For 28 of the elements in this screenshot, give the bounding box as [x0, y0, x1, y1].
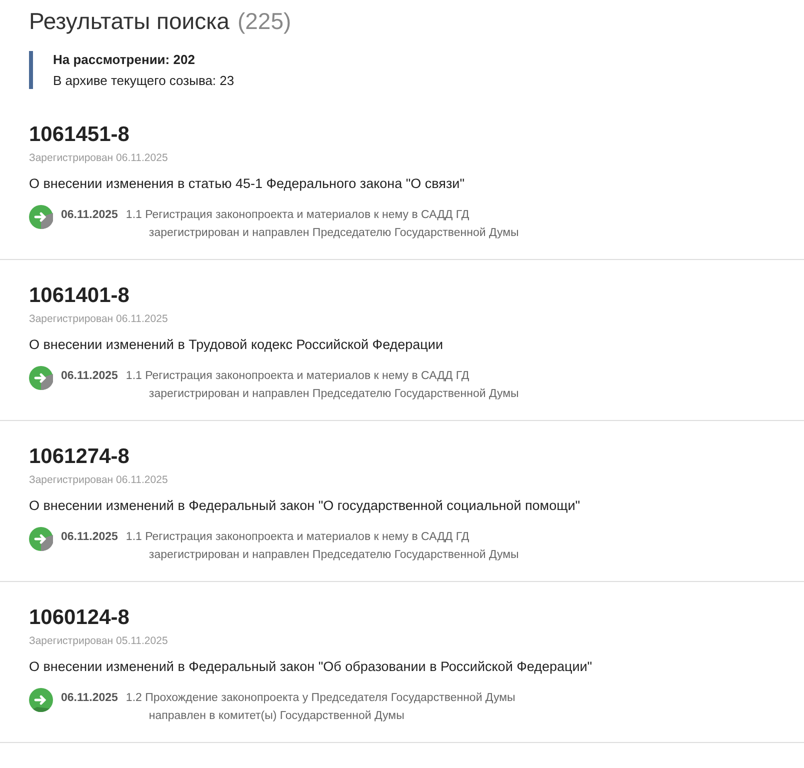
bill-number[interactable]: 1061451-8 — [29, 123, 130, 147]
stage-date: 06.11.2025 — [61, 531, 118, 543]
stage-decision: зарегистрирован и направлен Председателю Государственной Думы — [148, 549, 519, 561]
stage-date: 06.11.2025 — [61, 209, 118, 221]
bill-number[interactable]: 1061401-8 — [29, 284, 130, 308]
bill-title: О внесении изменений в Федеральный закон "О государственной социальной помощи" — [29, 498, 580, 513]
stage-date: 06.11.2025 — [61, 692, 118, 704]
registration-date: Зарегистрирован 06.11.2025 — [29, 152, 168, 164]
result-count: (225) — [237, 8, 292, 35]
summary-line: На рассмотрении: 202 — [53, 52, 196, 67]
stage-decision: зарегистрирован и направлен Председателю Государственной Думы — [148, 388, 519, 400]
bill-title: О внесении изменений в Федеральный закон "Об образовании в Российской Федерации" — [29, 659, 592, 674]
stage-title: 1.1 Регистрация законопроекта и материалов к нему в САДД ГД — [126, 370, 470, 382]
summary-line: В архиве текущего созыва: 23 — [53, 73, 236, 88]
bill-number[interactable]: 1061274-8 — [29, 445, 130, 469]
stage-title: 1.2 Прохождение законопроекта у Председателя Государственной Думы — [126, 692, 516, 704]
bill-title: О внесении изменения в статью 45-1 Федерального закона "О связи" — [29, 176, 465, 191]
stage-title: 1.1 Регистрация законопроекта и материалов к нему в САДД ГД — [126, 531, 470, 543]
stage-date: 06.11.2025 — [61, 370, 118, 382]
bill-title: О внесении изменений в Трудовой кодекс Российской Федерации — [29, 337, 443, 352]
registration-date: Зарегистрирован 06.11.2025 — [29, 313, 168, 325]
page-title: Результаты поиска — [29, 8, 230, 35]
stage-decision: направлен в комитет(ы) Государственной Думы — [148, 710, 404, 722]
stage-decision: зарегистрирован и направлен Председателю Государственной Думы — [148, 227, 519, 239]
registration-date: Зарегистрирован 05.11.2025 — [29, 635, 168, 647]
registration-date: Зарегистрирован 06.11.2025 — [29, 474, 168, 486]
bill-number[interactable]: 1060124-8 — [29, 606, 130, 630]
stage-title: 1.1 Регистрация законопроекта и материалов к нему в САДД ГД — [126, 209, 470, 221]
